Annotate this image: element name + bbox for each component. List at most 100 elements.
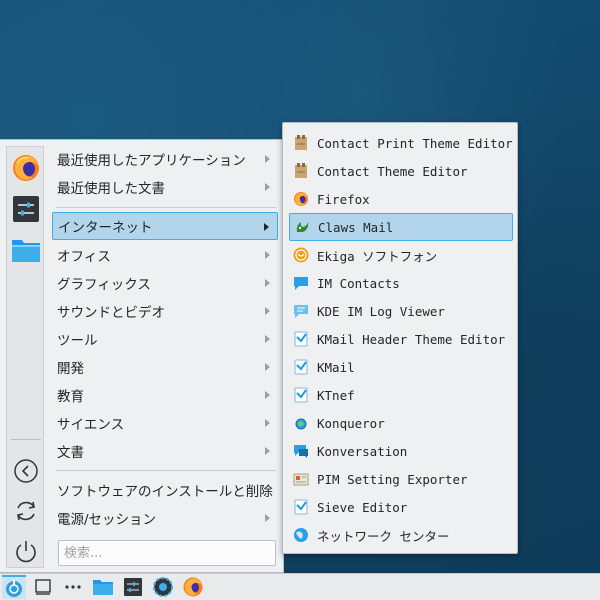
network-center-icon <box>293 527 309 543</box>
theme-editor-icon <box>293 135 309 151</box>
app-contact-theme-editor[interactable]: Contact Theme Editor <box>289 157 513 185</box>
app-im-contacts[interactable]: IM Contacts <box>289 269 513 297</box>
chat-bubble-icon <box>293 275 309 291</box>
category-documents[interactable]: 文書 <box>52 437 278 465</box>
app-label: Konversation <box>317 443 408 459</box>
restart-icon <box>17 501 35 521</box>
category-graphics[interactable]: グラフィックス <box>52 269 278 297</box>
app-firefox[interactable]: Firefox <box>289 185 513 213</box>
taskbar <box>0 573 600 600</box>
favorite-shutdown[interactable] <box>11 536 41 566</box>
firefox-icon <box>183 577 203 597</box>
app-label: Ekiga ソフトフォン <box>317 248 438 264</box>
taskbar-firefox[interactable] <box>181 575 205 599</box>
chevron-right-icon <box>265 391 270 399</box>
category-multimedia[interactable]: サウンドとビデオ <box>52 297 278 325</box>
power-icon <box>16 541 36 563</box>
favorite-firefox[interactable] <box>11 153 41 183</box>
chevron-right-icon <box>265 155 270 163</box>
app-network-center[interactable]: ネットワーク センター <box>289 521 513 549</box>
konversation-icon <box>293 443 309 459</box>
app-label: Sieve Editor <box>317 499 408 515</box>
app-sieve-editor[interactable]: Sieve Editor <box>289 493 513 521</box>
category-label: 最近使用したアプリケーション <box>57 153 246 169</box>
category-recent-documents[interactable]: 最近使用した文書 <box>52 173 278 201</box>
exporter-icon <box>293 471 309 487</box>
category-label: オフィス <box>57 249 111 265</box>
show-desktop-button[interactable] <box>31 575 55 599</box>
gear-icon <box>153 577 173 597</box>
chevron-right-icon <box>265 447 270 455</box>
category-label: 最近使用した文書 <box>57 181 165 197</box>
app-launcher-button[interactable] <box>2 575 26 599</box>
chevron-right-icon <box>265 251 270 259</box>
activity-pager-button[interactable] <box>61 575 85 599</box>
app-label: Contact Theme Editor <box>317 163 468 179</box>
category-label: 文書 <box>57 445 84 461</box>
category-recent-applications[interactable]: 最近使用したアプリケーション <box>52 145 278 173</box>
app-label: PIM Setting Exporter <box>317 471 468 487</box>
category-office[interactable]: オフィス <box>52 241 278 269</box>
taskbar-file-manager[interactable] <box>91 575 115 599</box>
app-konqueror[interactable]: Konqueror <box>289 409 513 437</box>
ekiga-phone-icon <box>293 247 309 263</box>
app-label: KDE IM Log Viewer <box>317 303 445 319</box>
app-ekiga[interactable]: Ekiga ソフトフォン <box>289 241 513 269</box>
app-label: Firefox <box>317 191 370 207</box>
chevron-right-icon <box>265 183 270 191</box>
category-label: 開発 <box>57 361 84 377</box>
taskbar-system-settings[interactable] <box>121 575 145 599</box>
category-education[interactable]: 教育 <box>52 381 278 409</box>
app-label: Konqueror <box>317 415 385 431</box>
app-kmail-header-theme-editor[interactable]: KMail Header Theme Editor <box>289 325 513 353</box>
app-label: Contact Print Theme Editor <box>317 135 513 151</box>
app-label: IM Contacts <box>317 275 400 291</box>
favorites-separator <box>11 439 41 440</box>
category-label: 電源/セッション <box>57 512 157 528</box>
category-science[interactable]: サイエンス <box>52 409 278 437</box>
back-circle-icon <box>14 459 38 483</box>
log-viewer-icon <box>293 303 309 319</box>
opensuse-launcher-icon <box>6 580 22 597</box>
claws-mail-icon <box>294 219 310 235</box>
category-utilities[interactable]: ツール <box>52 325 278 353</box>
app-kmail[interactable]: KMail <box>289 353 513 381</box>
app-contact-print-theme-editor[interactable]: Contact Print Theme Editor <box>289 129 513 157</box>
chevron-right-icon <box>265 363 270 371</box>
folder-icon <box>12 240 40 262</box>
desktop-icon <box>35 579 51 595</box>
favorite-lock-screen[interactable] <box>11 456 41 486</box>
firefox-icon <box>13 155 39 181</box>
kmail-icon <box>293 359 309 375</box>
app-claws-mail[interactable]: Claws Mail <box>289 213 513 241</box>
category-power-session[interactable]: 電源/セッション <box>52 504 278 532</box>
software-install-remove[interactable]: ソフトウェアのインストールと削除 <box>52 476 278 504</box>
settings-sliders-icon <box>13 196 39 222</box>
app-label: Claws Mail <box>318 219 394 235</box>
category-label: サイエンス <box>57 417 125 433</box>
favorite-restart[interactable] <box>11 496 41 526</box>
category-label: グラフィックス <box>57 277 151 293</box>
app-label: KTnef <box>317 387 355 403</box>
internet-submenu: Contact Print Theme Editor Contact Theme… <box>282 122 518 554</box>
search-input[interactable] <box>58 540 276 566</box>
app-pim-setting-exporter[interactable]: PIM Setting Exporter <box>289 465 513 493</box>
category-internet[interactable]: インターネット <box>52 212 278 240</box>
favorite-file-manager[interactable] <box>11 235 41 265</box>
favorites-column <box>6 146 44 568</box>
chevron-right-icon <box>265 279 270 287</box>
category-development[interactable]: 開発 <box>52 353 278 381</box>
app-ktnef[interactable]: KTnef <box>289 381 513 409</box>
chevron-right-icon <box>265 514 270 522</box>
theme-editor-icon <box>293 163 309 179</box>
app-label: ネットワーク センター <box>317 528 450 544</box>
software-label: ソフトウェアのインストールと削除 <box>57 484 273 500</box>
favorite-system-settings[interactable] <box>11 194 41 224</box>
konqueror-icon <box>293 415 309 431</box>
app-kde-im-log-viewer[interactable]: KDE IM Log Viewer <box>289 297 513 325</box>
taskbar-yast[interactable] <box>151 575 175 599</box>
category-label: インターネット <box>58 220 153 236</box>
app-konversation[interactable]: Konversation <box>289 437 513 465</box>
app-label: KMail <box>317 359 355 375</box>
chevron-right-icon <box>265 419 270 427</box>
